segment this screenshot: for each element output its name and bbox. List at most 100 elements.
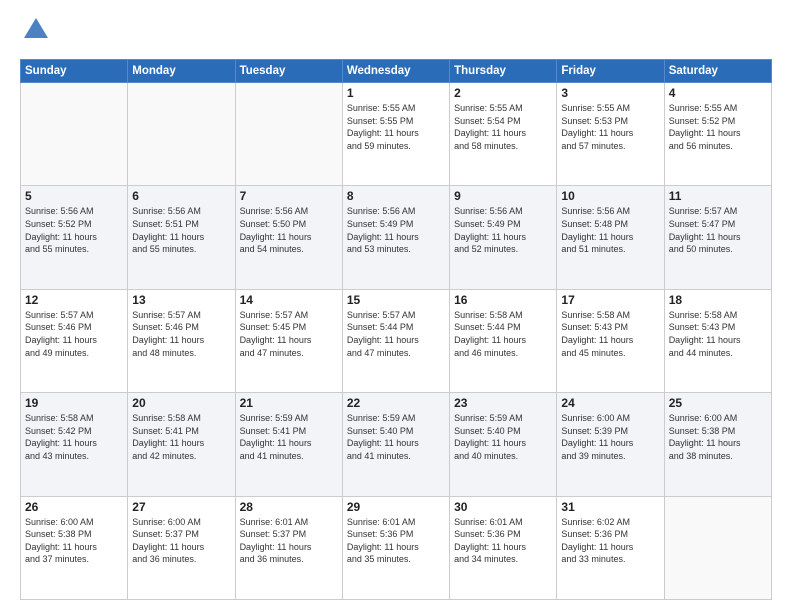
day-number: 5 (25, 189, 123, 203)
day-number: 20 (132, 396, 230, 410)
cell-info: Sunrise: 5:56 AM Sunset: 5:52 PM Dayligh… (25, 205, 123, 255)
calendar-week-row: 12 Sunrise: 5:57 AM Sunset: 5:46 PM Dayli… (21, 289, 772, 392)
day-number: 25 (669, 396, 767, 410)
calendar-cell: 9 Sunrise: 5:56 AM Sunset: 5:49 PM Daylig… (450, 186, 557, 289)
calendar-cell (235, 83, 342, 186)
calendar-cell: 16 Sunrise: 5:58 AM Sunset: 5:44 PM Dayli… (450, 289, 557, 392)
weekday-header-tuesday: Tuesday (235, 60, 342, 83)
cell-info: Sunrise: 5:55 AM Sunset: 5:54 PM Dayligh… (454, 102, 552, 152)
cell-info: Sunrise: 5:59 AM Sunset: 5:40 PM Dayligh… (454, 412, 552, 462)
cell-info: Sunrise: 5:55 AM Sunset: 5:53 PM Dayligh… (561, 102, 659, 152)
cell-info: Sunrise: 5:58 AM Sunset: 5:42 PM Dayligh… (25, 412, 123, 462)
cell-info: Sunrise: 6:00 AM Sunset: 5:38 PM Dayligh… (669, 412, 767, 462)
day-number: 2 (454, 86, 552, 100)
calendar-cell: 24 Sunrise: 6:00 AM Sunset: 5:39 PM Dayli… (557, 393, 664, 496)
calendar-cell: 22 Sunrise: 5:59 AM Sunset: 5:40 PM Dayli… (342, 393, 449, 496)
cell-info: Sunrise: 5:58 AM Sunset: 5:44 PM Dayligh… (454, 309, 552, 359)
day-number: 7 (240, 189, 338, 203)
calendar-cell: 10Sunrise: 5:56 AM Sunset: 5:48 PM Dayli… (557, 186, 664, 289)
calendar-cell: 30 Sunrise: 6:01 AM Sunset: 5:36 PM Dayli… (450, 496, 557, 599)
calendar-cell: 14Sunrise: 5:57 AM Sunset: 5:45 PM Dayli… (235, 289, 342, 392)
day-number: 3 (561, 86, 659, 100)
day-number: 29 (347, 500, 445, 514)
weekday-header-friday: Friday (557, 60, 664, 83)
cell-info: Sunrise: 6:00 AM Sunset: 5:37 PM Dayligh… (132, 516, 230, 566)
day-number: 21 (240, 396, 338, 410)
weekday-header-saturday: Saturday (664, 60, 771, 83)
calendar-cell: 6 Sunrise: 5:56 AM Sunset: 5:51 PM Daylig… (128, 186, 235, 289)
cell-info: Sunrise: 6:01 AM Sunset: 5:36 PM Dayligh… (454, 516, 552, 566)
cell-info: Sunrise: 5:55 AM Sunset: 5:55 PM Dayligh… (347, 102, 445, 152)
calendar-cell: 7 Sunrise: 5:56 AM Sunset: 5:50 PM Daylig… (235, 186, 342, 289)
cell-info: Sunrise: 5:56 AM Sunset: 5:49 PM Dayligh… (454, 205, 552, 255)
cell-info: Sunrise: 5:57 AM Sunset: 5:47 PM Dayligh… (669, 205, 767, 255)
day-number: 27 (132, 500, 230, 514)
day-number: 9 (454, 189, 552, 203)
cell-info: Sunrise: 6:01 AM Sunset: 5:37 PM Dayligh… (240, 516, 338, 566)
calendar-cell: 31 Sunrise: 6:02 AM Sunset: 5:36 PM Dayli… (557, 496, 664, 599)
calendar-cell: 5 Sunrise: 5:56 AM Sunset: 5:52 PM Daylig… (21, 186, 128, 289)
day-number: 15 (347, 293, 445, 307)
cell-info: Sunrise: 6:00 AM Sunset: 5:38 PM Dayligh… (25, 516, 123, 566)
calendar-week-row: 5 Sunrise: 5:56 AM Sunset: 5:52 PM Daylig… (21, 186, 772, 289)
day-number: 8 (347, 189, 445, 203)
day-number: 16 (454, 293, 552, 307)
calendar-cell: 25 Sunrise: 6:00 AM Sunset: 5:38 PM Dayli… (664, 393, 771, 496)
day-number: 24 (561, 396, 659, 410)
day-number: 4 (669, 86, 767, 100)
day-number: 19 (25, 396, 123, 410)
weekday-header-monday: Monday (128, 60, 235, 83)
calendar-cell: 27 Sunrise: 6:00 AM Sunset: 5:37 PM Dayli… (128, 496, 235, 599)
day-number: 14 (240, 293, 338, 307)
weekday-header-wednesday: Wednesday (342, 60, 449, 83)
calendar-cell: 29 Sunrise: 6:01 AM Sunset: 5:36 PM Dayli… (342, 496, 449, 599)
day-number: 28 (240, 500, 338, 514)
calendar-cell: 19 Sunrise: 5:58 AM Sunset: 5:42 PM Dayli… (21, 393, 128, 496)
cell-info: Sunrise: 6:01 AM Sunset: 5:36 PM Dayligh… (347, 516, 445, 566)
calendar-cell: 13Sunrise: 5:57 AM Sunset: 5:46 PM Dayli… (128, 289, 235, 392)
day-number: 1 (347, 86, 445, 100)
cell-info: Sunrise: 5:56 AM Sunset: 5:51 PM Dayligh… (132, 205, 230, 255)
cell-info: Sunrise: 5:58 AM Sunset: 5:43 PM Dayligh… (561, 309, 659, 359)
calendar-cell: 4 Sunrise: 5:55 AM Sunset: 5:52 PM Daylig… (664, 83, 771, 186)
calendar-cell: 2 Sunrise: 5:55 AM Sunset: 5:54 PM Daylig… (450, 83, 557, 186)
calendar-table: SundayMondayTuesdayWednesdayThursdayFrid… (20, 59, 772, 600)
day-number: 6 (132, 189, 230, 203)
weekday-header-row: SundayMondayTuesdayWednesdayThursdayFrid… (21, 60, 772, 83)
cell-info: Sunrise: 6:02 AM Sunset: 5:36 PM Dayligh… (561, 516, 659, 566)
weekday-header-thursday: Thursday (450, 60, 557, 83)
day-number: 23 (454, 396, 552, 410)
cell-info: Sunrise: 5:58 AM Sunset: 5:43 PM Dayligh… (669, 309, 767, 359)
day-number: 30 (454, 500, 552, 514)
cell-info: Sunrise: 5:59 AM Sunset: 5:41 PM Dayligh… (240, 412, 338, 462)
day-number: 18 (669, 293, 767, 307)
calendar-cell: 23 Sunrise: 5:59 AM Sunset: 5:40 PM Dayli… (450, 393, 557, 496)
day-number: 12 (25, 293, 123, 307)
cell-info: Sunrise: 5:56 AM Sunset: 5:48 PM Dayligh… (561, 205, 659, 255)
logo-icon (22, 16, 50, 44)
day-number: 13 (132, 293, 230, 307)
day-number: 31 (561, 500, 659, 514)
calendar-week-row: 1 Sunrise: 5:55 AM Sunset: 5:55 PM Daylig… (21, 83, 772, 186)
calendar-cell: 17Sunrise: 5:58 AM Sunset: 5:43 PM Dayli… (557, 289, 664, 392)
calendar-cell: 28 Sunrise: 6:01 AM Sunset: 5:37 PM Dayli… (235, 496, 342, 599)
cell-info: Sunrise: 5:55 AM Sunset: 5:52 PM Dayligh… (669, 102, 767, 152)
calendar-week-row: 19 Sunrise: 5:58 AM Sunset: 5:42 PM Dayli… (21, 393, 772, 496)
calendar-cell: 3 Sunrise: 5:55 AM Sunset: 5:53 PM Daylig… (557, 83, 664, 186)
cell-info: Sunrise: 6:00 AM Sunset: 5:39 PM Dayligh… (561, 412, 659, 462)
calendar-cell: 20 Sunrise: 5:58 AM Sunset: 5:41 PM Dayli… (128, 393, 235, 496)
cell-info: Sunrise: 5:58 AM Sunset: 5:41 PM Dayligh… (132, 412, 230, 462)
calendar-cell: 18 Sunrise: 5:58 AM Sunset: 5:43 PM Dayli… (664, 289, 771, 392)
day-number: 22 (347, 396, 445, 410)
header (20, 16, 772, 49)
calendar-cell: 11Sunrise: 5:57 AM Sunset: 5:47 PM Dayli… (664, 186, 771, 289)
calendar-cell (128, 83, 235, 186)
cell-info: Sunrise: 5:57 AM Sunset: 5:46 PM Dayligh… (25, 309, 123, 359)
calendar-cell: 1 Sunrise: 5:55 AM Sunset: 5:55 PM Daylig… (342, 83, 449, 186)
cell-info: Sunrise: 5:59 AM Sunset: 5:40 PM Dayligh… (347, 412, 445, 462)
cell-info: Sunrise: 5:56 AM Sunset: 5:49 PM Dayligh… (347, 205, 445, 255)
cell-info: Sunrise: 5:56 AM Sunset: 5:50 PM Dayligh… (240, 205, 338, 255)
page: SundayMondayTuesdayWednesdayThursdayFrid… (0, 0, 792, 612)
calendar-cell: 8 Sunrise: 5:56 AM Sunset: 5:49 PM Daylig… (342, 186, 449, 289)
weekday-header-sunday: Sunday (21, 60, 128, 83)
